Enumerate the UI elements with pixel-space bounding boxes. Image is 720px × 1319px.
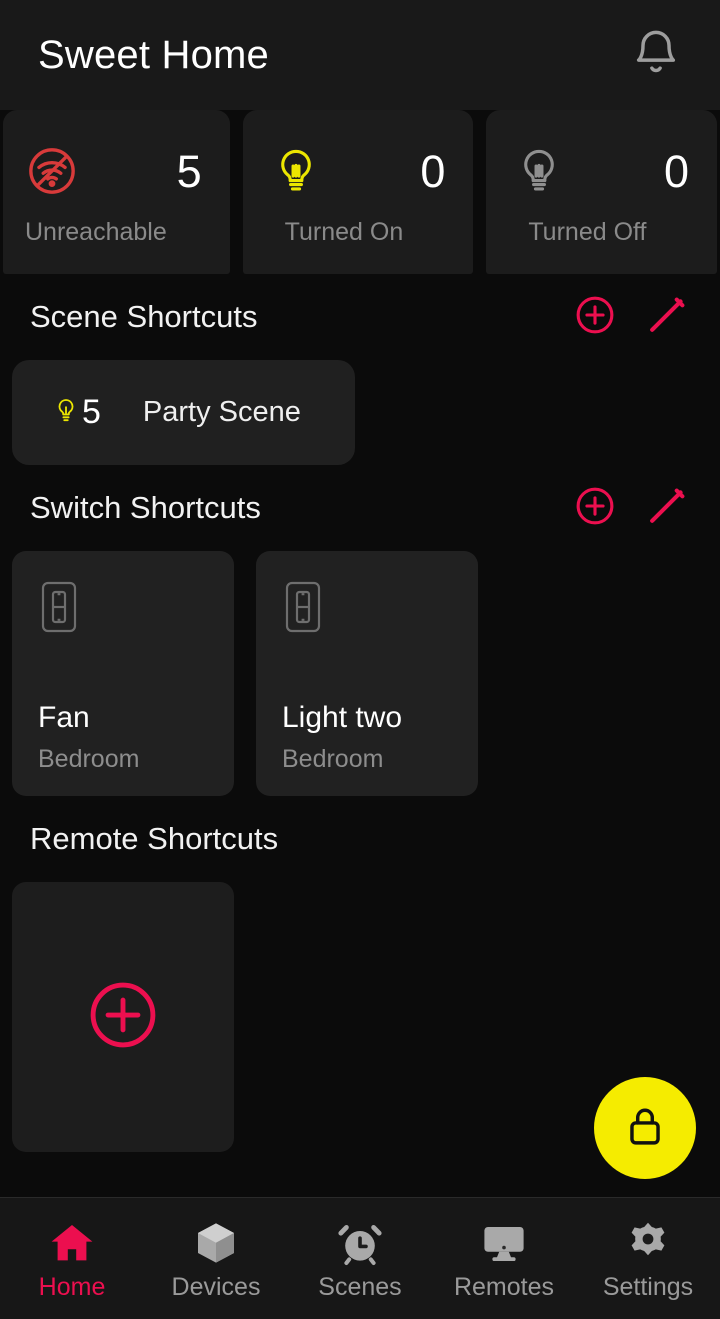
- section-title-remote: Remote Shortcuts: [30, 821, 279, 856]
- scene-header-actions: [572, 294, 690, 340]
- nav-label: Settings: [602, 1273, 694, 1301]
- add-scene-shortcut-button[interactable]: [572, 294, 618, 340]
- stat-label: Turned Off: [528, 218, 647, 246]
- nav-item-devices[interactable]: Devices: [144, 1215, 288, 1302]
- main-content: Scene Shortcuts 5 Party Scene Switch Sho…: [0, 274, 720, 1197]
- app-header: Sweet Home: [0, 0, 720, 110]
- nav-item-settings[interactable]: Settings: [576, 1215, 720, 1302]
- switch-room: Bedroom: [38, 745, 140, 773]
- notifications-button[interactable]: [626, 25, 686, 85]
- page-title: Sweet Home: [38, 33, 269, 77]
- nav-label: Remotes: [453, 1273, 555, 1301]
- stat-label: Unreachable: [25, 218, 167, 246]
- lightbulb-on-icon: [269, 144, 323, 198]
- nav-label: Scenes: [318, 1273, 402, 1301]
- scene-device-count: 5: [82, 393, 101, 431]
- stat-card-turned-off[interactable]: 0 Turned Off: [486, 110, 718, 274]
- switch-name: Light two: [282, 700, 403, 734]
- gear-icon: [624, 1215, 672, 1267]
- nav-item-remotes[interactable]: Remotes: [432, 1215, 576, 1302]
- lightbulb-icon: [52, 395, 80, 431]
- plus-circle-icon: [84, 976, 162, 1059]
- stat-top-row: 0: [269, 140, 452, 202]
- monitor-icon: [479, 1215, 529, 1267]
- stat-label: Turned On: [284, 218, 404, 246]
- status-summary: 5 Unreachable 0 Turned On 0 Turned Off: [0, 110, 720, 274]
- scene-count-group: 5: [52, 393, 101, 432]
- stat-value: 0: [663, 145, 690, 197]
- section-title-switch: Switch Shortcuts: [30, 490, 261, 525]
- stat-card-turned-on[interactable]: 0 Turned On: [242, 110, 474, 274]
- stat-top-row: 5: [25, 140, 208, 202]
- light-switch-icon: [38, 579, 80, 635]
- stat-top-row: 0: [512, 140, 695, 202]
- pencil-icon: [645, 484, 689, 533]
- switch-shortcut-card[interactable]: Light two Bedroom: [256, 551, 478, 796]
- scene-shortcut-card[interactable]: 5 Party Scene: [12, 360, 355, 465]
- app-root: Sweet Home 5 Unreachable 0 Turned On 0 T…: [0, 0, 720, 1319]
- switch-shortcut-card[interactable]: Fan Bedroom: [12, 551, 234, 796]
- lock-fab-button[interactable]: [594, 1077, 696, 1179]
- scene-shortcuts-list: 5 Party Scene: [0, 360, 720, 465]
- lightbulb-off-icon: [512, 144, 566, 198]
- plus-circle-icon: [573, 293, 617, 342]
- nav-label: Home: [38, 1273, 106, 1301]
- scene-name: Party Scene: [142, 396, 301, 428]
- nav-item-home[interactable]: Home: [0, 1215, 144, 1302]
- edit-switch-shortcuts-button[interactable]: [644, 485, 690, 531]
- switch-shortcuts-list: Fan Bedroom Light two Bedroom: [0, 551, 720, 796]
- section-title-scene: Scene Shortcuts: [30, 299, 258, 334]
- wifi-off-icon: [25, 144, 79, 198]
- switch-shortcuts-header: Switch Shortcuts: [0, 465, 720, 551]
- pencil-icon: [645, 293, 689, 342]
- bottom-navigation: Home Devices Scenes Remotes Settings: [0, 1197, 720, 1319]
- stat-card-unreachable[interactable]: 5 Unreachable: [3, 110, 230, 274]
- plus-circle-icon: [573, 484, 617, 533]
- add-switch-shortcut-button[interactable]: [572, 485, 618, 531]
- nav-item-scenes[interactable]: Scenes: [288, 1215, 432, 1302]
- lock-icon: [622, 1103, 668, 1154]
- stat-value: 0: [420, 145, 446, 197]
- stat-value: 5: [176, 145, 202, 197]
- cube-icon: [192, 1215, 240, 1267]
- bell-icon: [630, 27, 682, 84]
- switch-header-actions: [572, 485, 690, 531]
- add-remote-shortcut-button[interactable]: [12, 882, 234, 1152]
- remote-shortcuts-header: Remote Shortcuts: [0, 796, 720, 882]
- light-switch-icon: [282, 579, 324, 635]
- alarm-clock-icon: [336, 1215, 384, 1267]
- nav-label: Devices: [171, 1273, 261, 1301]
- switch-room: Bedroom: [282, 745, 384, 773]
- switch-name: Fan: [38, 700, 90, 734]
- scene-shortcuts-header: Scene Shortcuts: [0, 274, 720, 360]
- edit-scene-shortcuts-button[interactable]: [644, 294, 690, 340]
- house-icon: [47, 1215, 97, 1267]
